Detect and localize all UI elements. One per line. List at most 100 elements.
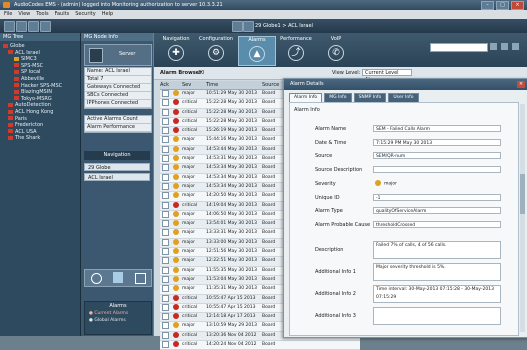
nav-down-icon[interactable] xyxy=(243,21,254,32)
ack-checkbox[interactable] xyxy=(162,322,169,330)
field-value[interactable]: qualityOfServiceAlarm xyxy=(373,207,501,215)
ack-checkbox[interactable] xyxy=(162,220,169,228)
globe-view-icon[interactable] xyxy=(91,273,102,284)
back-icon[interactable] xyxy=(4,21,15,32)
field-value[interactable]: -1 xyxy=(373,193,501,201)
ack-checkbox[interactable] xyxy=(162,285,169,293)
window-titlebar: AudioCodes EMS - (admin) logged into Mon… xyxy=(0,0,527,10)
field-value[interactable]: 7:15:29 PM May 30 2013 xyxy=(373,138,501,146)
ack-checkbox[interactable] xyxy=(162,108,169,116)
tab-navigation[interactable]: Navigation ✚ xyxy=(158,36,194,64)
tree-node[interactable]: SIMC3 xyxy=(14,56,37,62)
tree-node[interactable]: Tokyo-MSRG xyxy=(14,96,52,102)
menu-security[interactable]: Security xyxy=(75,10,96,19)
severity-cell: major xyxy=(182,137,195,143)
nav-item-globe[interactable]: 29 Globe xyxy=(84,163,150,171)
tree-node[interactable]: SP local xyxy=(14,69,40,75)
tree-node[interactable]: ACL Hong Kong xyxy=(8,109,53,115)
tree-node[interactable]: Paris xyxy=(8,116,27,122)
tree-node[interactable]: Hacker SPS-MSC xyxy=(14,83,62,89)
ack-checkbox[interactable] xyxy=(162,331,169,339)
settings-icon[interactable] xyxy=(501,43,508,50)
navigation-icon: ✚ xyxy=(168,45,184,61)
tree-node[interactable]: Fredericton xyxy=(8,122,43,128)
nav-item-acl-israel[interactable]: ACL Israel xyxy=(84,173,150,181)
ack-checkbox[interactable] xyxy=(162,238,169,246)
field-value[interactable]: SEM - Failed Calls Alarm xyxy=(373,125,501,132)
field-value[interactable]: major xyxy=(373,179,501,187)
home-icon[interactable] xyxy=(28,21,39,32)
tab-alarms[interactable]: Alarms ▲ xyxy=(238,36,276,66)
grid-view-icon[interactable] xyxy=(135,273,146,284)
ack-checkbox[interactable] xyxy=(162,201,169,209)
nav-up-icon[interactable] xyxy=(232,21,243,32)
severity-cell: critical xyxy=(182,118,198,124)
col-severity[interactable]: Sev xyxy=(182,81,206,89)
ack-checkbox[interactable] xyxy=(162,173,169,181)
col-time[interactable]: Time xyxy=(206,81,262,89)
ack-checkbox[interactable] xyxy=(162,155,169,163)
refresh-icon[interactable] xyxy=(40,21,51,32)
ack-checkbox[interactable] xyxy=(162,229,169,237)
ack-checkbox[interactable] xyxy=(162,303,169,311)
menu-help[interactable]: Help xyxy=(102,10,113,19)
chart-icon: ⤴ xyxy=(288,45,304,61)
table-row[interactable]: critical 14:20:24 Nov 04 2012 Board xyxy=(160,341,360,350)
dialog-scrollbar[interactable] xyxy=(520,104,525,332)
field-value[interactable]: SEM/QR-num xyxy=(373,152,501,160)
field-value[interactable] xyxy=(373,166,501,174)
ack-checkbox[interactable] xyxy=(162,294,169,302)
ack-checkbox[interactable] xyxy=(162,90,169,97)
tree-node[interactable]: Globe xyxy=(3,43,25,49)
tree-node[interactable]: ACL USA xyxy=(8,129,37,135)
col-check[interactable] xyxy=(170,81,182,89)
forward-icon[interactable] xyxy=(16,21,27,32)
ack-checkbox[interactable] xyxy=(162,117,169,125)
tab-performance[interactable]: Performance ⤴ xyxy=(278,36,314,64)
tab-configuration[interactable]: Configuration ⚙ xyxy=(198,36,234,64)
ack-checkbox[interactable] xyxy=(162,192,169,200)
dialog-close-icon[interactable]: × xyxy=(517,81,525,88)
ack-checkbox[interactable] xyxy=(162,136,169,144)
tree-node[interactable]: The Shark xyxy=(8,135,40,141)
col-ack[interactable]: Ack xyxy=(160,81,170,89)
ack-checkbox[interactable] xyxy=(162,182,169,190)
help-icon[interactable] xyxy=(512,43,519,50)
field-textarea[interactable] xyxy=(373,307,501,325)
time-cell: 14:19:04 May 30 2013 xyxy=(206,202,257,208)
menu-view[interactable]: View xyxy=(18,10,30,19)
ack-checkbox[interactable] xyxy=(162,145,169,153)
tab-voip[interactable]: VoIP ✆ xyxy=(318,36,354,64)
tree-node[interactable]: ACL Israel xyxy=(8,50,40,56)
view-level-select[interactable]: Current Level Alarms xyxy=(362,69,412,83)
ack-checkbox[interactable] xyxy=(162,266,169,274)
severity-major-icon xyxy=(375,179,381,186)
ack-checkbox[interactable] xyxy=(162,164,169,172)
search-input[interactable] xyxy=(430,43,488,52)
ack-checkbox[interactable] xyxy=(162,275,169,283)
ack-checkbox[interactable] xyxy=(162,210,169,218)
list-view-icon[interactable] xyxy=(113,272,123,283)
close-button[interactable]: × xyxy=(511,1,524,10)
minimize-button[interactable]: – xyxy=(481,1,494,10)
menu-tools[interactable]: Tools xyxy=(36,10,48,19)
field-value[interactable]: thresholdCrossed xyxy=(373,220,501,228)
tree-node[interactable]: AutoDetection xyxy=(8,102,51,108)
ack-checkbox[interactable] xyxy=(162,127,169,135)
ack-checkbox[interactable] xyxy=(162,248,169,256)
field-textarea[interactable]: Failed 7% of calls, 4 of 56 calls. xyxy=(373,241,501,259)
server-tile[interactable]: Server xyxy=(84,44,152,66)
field-textarea[interactable]: Major severity threshold is 5%. xyxy=(373,263,501,281)
field-textarea[interactable]: Time interval: 30-May-2013 07:15:28 - 30… xyxy=(373,285,501,303)
ack-checkbox[interactable] xyxy=(162,313,169,321)
search-icon[interactable] xyxy=(490,43,497,50)
maximize-button[interactable]: □ xyxy=(496,1,509,10)
menu-faults[interactable]: Faults xyxy=(55,10,70,19)
ack-checkbox[interactable] xyxy=(162,99,169,107)
menu-file[interactable]: File xyxy=(4,10,12,19)
tree-node[interactable]: SPS-MSC xyxy=(14,63,43,69)
tree-node[interactable]: BlazingMSIN xyxy=(14,89,52,95)
ack-checkbox[interactable] xyxy=(162,341,169,349)
ack-checkbox[interactable] xyxy=(162,257,169,265)
tree-node[interactable]: Abbeville xyxy=(14,76,44,82)
